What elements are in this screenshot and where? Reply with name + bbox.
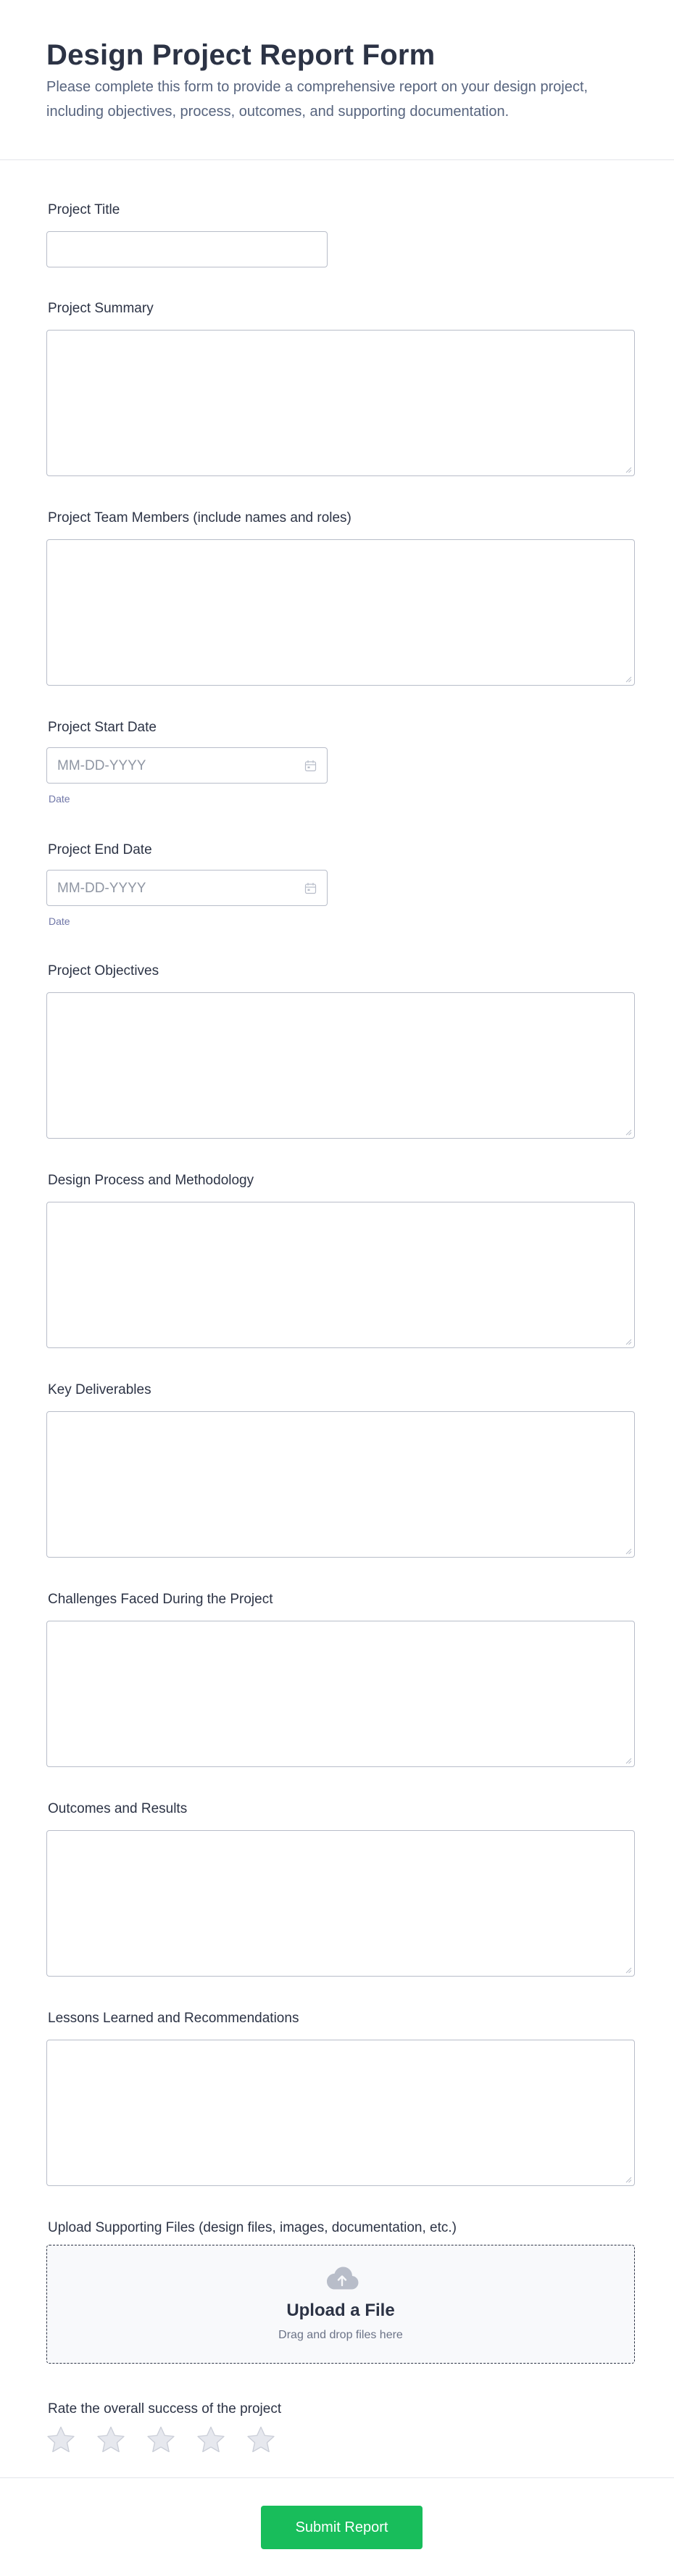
- resize-grip-icon[interactable]: [625, 2177, 632, 2183]
- submit-button[interactable]: Submit Report: [261, 2506, 423, 2549]
- start-date-label: Project Start Date: [48, 720, 157, 735]
- start-date-sublabel: Date: [49, 793, 70, 805]
- resize-grip-icon[interactable]: [625, 676, 632, 683]
- project-summary-textarea[interactable]: [46, 330, 635, 476]
- start-date-placeholder: MM-DD-YYYY: [57, 758, 146, 773]
- lessons-label: Lessons Learned and Recommendations: [48, 2011, 299, 2026]
- star-icon[interactable]: [46, 2425, 75, 2454]
- team-members-label: Project Team Members (include names and …: [48, 510, 351, 525]
- process-label: Design Process and Methodology: [48, 1173, 254, 1188]
- form-description: Please complete this form to provide a c…: [46, 79, 588, 120]
- upload-title: Upload a File: [286, 2301, 395, 2320]
- star-icon[interactable]: [146, 2425, 175, 2454]
- resize-grip-icon[interactable]: [625, 1758, 632, 1764]
- end-date-sublabel: Date: [49, 915, 70, 927]
- objectives-label: Project Objectives: [48, 963, 159, 979]
- challenges-textarea[interactable]: [46, 1621, 635, 1767]
- resize-grip-icon[interactable]: [625, 467, 632, 473]
- lessons-textarea[interactable]: [46, 2040, 635, 2186]
- star-icon[interactable]: [96, 2425, 125, 2454]
- end-date-placeholder: MM-DD-YYYY: [57, 881, 146, 896]
- outcomes-label: Outcomes and Results: [48, 1801, 188, 1816]
- challenges-label: Challenges Faced During the Project: [48, 1592, 273, 1607]
- cloud-upload-icon: [327, 2267, 359, 2290]
- calendar-icon[interactable]: [304, 882, 317, 894]
- form-title: Design Project Report Form: [46, 39, 436, 71]
- upload-label: Upload Supporting Files (design files, i…: [48, 2220, 457, 2235]
- resize-grip-icon[interactable]: [625, 1129, 632, 1136]
- upload-hint: Drag and drop files here: [278, 2329, 403, 2341]
- resize-grip-icon[interactable]: [625, 1967, 632, 1974]
- file-upload-dropzone[interactable]: Upload a File Drag and drop files here: [46, 2245, 635, 2364]
- team-members-textarea[interactable]: [46, 539, 635, 686]
- project-summary-label: Project Summary: [48, 301, 154, 316]
- end-date-label: Project End Date: [48, 842, 152, 857]
- resize-grip-icon[interactable]: [625, 1548, 632, 1555]
- form-footer: Submit Report: [0, 2477, 674, 2576]
- deliverables-label: Key Deliverables: [48, 1382, 151, 1397]
- end-date-input[interactable]: MM-DD-YYYY: [46, 870, 328, 906]
- start-date-input[interactable]: MM-DD-YYYY: [46, 747, 328, 784]
- outcomes-textarea[interactable]: [46, 1830, 635, 1977]
- form-header: Design Project Report Form Please comple…: [0, 0, 674, 160]
- calendar-icon[interactable]: [304, 760, 317, 772]
- objectives-textarea[interactable]: [46, 992, 635, 1139]
- process-textarea[interactable]: [46, 1202, 635, 1348]
- resize-grip-icon[interactable]: [625, 1339, 632, 1345]
- project-title-input[interactable]: [46, 231, 328, 267]
- star-icon[interactable]: [246, 2425, 275, 2454]
- star-icon[interactable]: [196, 2425, 225, 2454]
- project-title-label: Project Title: [48, 202, 120, 217]
- deliverables-textarea[interactable]: [46, 1411, 635, 1558]
- rating-label: Rate the overall success of the project: [48, 2401, 282, 2417]
